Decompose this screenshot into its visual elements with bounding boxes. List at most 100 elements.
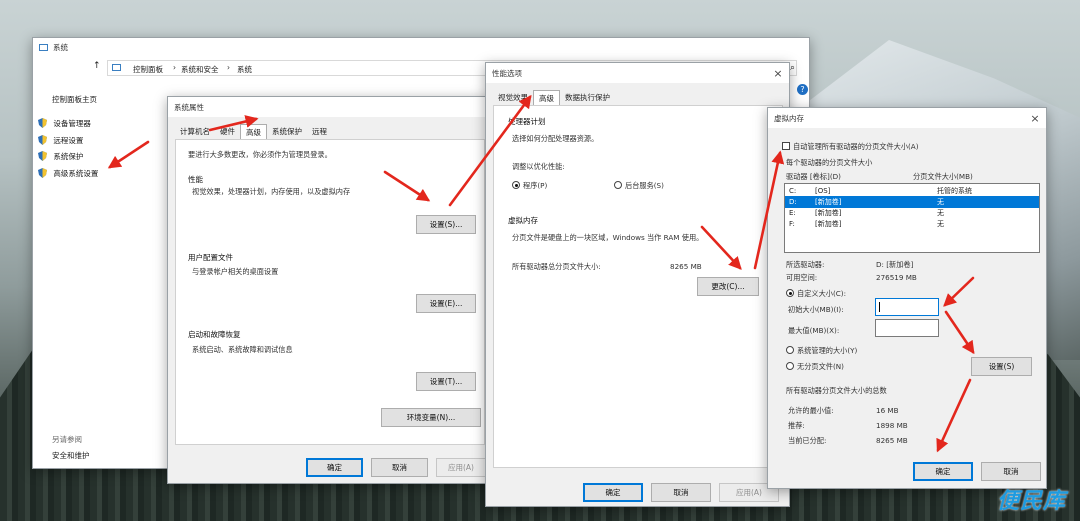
col-size-header: 分页文件大小(MB) <box>913 172 973 181</box>
tab-perf-advanced[interactable]: 高级 <box>533 90 560 106</box>
radio-programs[interactable]: 程序(P) <box>512 181 547 191</box>
sysprops-apply-button[interactable]: 应用(A) <box>436 458 486 477</box>
radio-background-services[interactable]: 后台服务(S) <box>614 181 664 191</box>
startup-settings-button[interactable]: 设置(T)... <box>416 372 476 391</box>
drive-size: 托管的系统 <box>937 187 972 195</box>
free-space-value: 276519 MB <box>876 273 917 282</box>
system-window-title: 系统 <box>53 42 68 52</box>
adjust-label: 调整以优化性能: <box>512 162 565 171</box>
currently-allocated-label: 当前已分配: <box>788 436 827 445</box>
close-icon[interactable]: × <box>1024 112 1046 125</box>
drive-letter: D: <box>789 198 797 206</box>
virtual-memory-desc: 分页文件是硬盘上的一块区域，Windows 当作 RAM 使用。 <box>512 233 704 242</box>
sidebar-home-link[interactable]: 控制面板主页 <box>52 94 97 105</box>
sysprops-tab-panel: 要进行大多数更改，你必须作为管理员登录。 性能 视觉效果，处理器计划，内存使用，… <box>175 139 485 445</box>
performance-group-title: 性能 <box>188 175 203 184</box>
sysprops-ok-button[interactable]: 确定 <box>306 458 363 477</box>
see-also-title: 另请参阅 <box>52 435 82 444</box>
breadcrumb-item-system[interactable]: 系统 <box>237 64 252 75</box>
sidebar-item-label: 远程设置 <box>53 136 84 145</box>
free-space-label: 可用空间: <box>786 273 818 282</box>
radio-no-paging[interactable]: 无分页文件(N) <box>786 362 844 372</box>
drive-size: 无 <box>937 198 944 206</box>
sidebar-item-remote[interactable]: 远程设置 <box>38 135 83 146</box>
perf-tabs: 视觉效果 高级 数据执行保护 <box>493 90 615 106</box>
drive-size: 无 <box>937 220 944 228</box>
col-drive-header: 驱动器 [卷标](D) <box>786 172 841 181</box>
radio-custom-size[interactable]: 自定义大小(C): <box>786 289 846 299</box>
radio-off-icon <box>786 346 794 354</box>
help-icon[interactable]: ? <box>797 84 808 95</box>
drive-size: 无 <box>937 209 944 217</box>
initial-size-input[interactable] <box>875 298 939 316</box>
startup-group-title: 启动和故障恢复 <box>188 330 241 339</box>
text-caret <box>879 302 880 312</box>
sidebar-item-protection[interactable]: 系统保护 <box>38 151 83 162</box>
perf-titlebar: 性能选项 × <box>486 63 789 83</box>
profiles-desc: 与登录帐户相关的桌面设置 <box>192 267 279 276</box>
up-arrow-icon[interactable]: ↑ <box>93 61 101 71</box>
monitor-icon <box>112 64 121 71</box>
drive-label: [新加卷] <box>815 220 842 228</box>
sidebar-item-advanced[interactable]: 高级系统设置 <box>38 168 98 179</box>
perf-title: 性能选项 <box>492 68 522 78</box>
drive-row-f[interactable]: F: [新加卷] 无 <box>785 218 1039 230</box>
system-properties-dialog: 系统属性 计算机名 硬件 高级 系统保护 远程 要进行大多数更改，你必须作为管理… <box>167 96 491 484</box>
see-also-security-link[interactable]: 安全和维护 <box>52 450 90 461</box>
auto-manage-label: 自动管理所有驱动器的分页文件大小(A) <box>793 142 919 151</box>
totals-title: 所有驱动器分页文件大小的总数 <box>786 386 887 395</box>
vm-ok-button[interactable]: 确定 <box>913 462 973 481</box>
close-icon[interactable]: × <box>767 67 789 80</box>
vm-cancel-button[interactable]: 取消 <box>981 462 1041 481</box>
sidebar-item-label: 系统保护 <box>53 152 84 161</box>
radio-on-icon <box>786 289 794 297</box>
radio-programs-label: 程序(P) <box>523 181 548 190</box>
drive-letter: C: <box>789 187 797 195</box>
scheduling-desc: 选择如何分配处理器资源。 <box>512 134 599 143</box>
perf-tab-panel: 处理器计划 选择如何分配处理器资源。 调整以优化性能: 程序(P) 后台服务(S… <box>493 105 783 468</box>
sidebar-item-label: 高级系统设置 <box>53 169 99 178</box>
vm-title: 虚拟内存 <box>774 113 804 123</box>
performance-settings-button[interactable]: 设置(S)... <box>416 215 476 234</box>
drive-letter: E: <box>789 209 796 217</box>
tab-remote[interactable]: 远程 <box>307 124 332 140</box>
tab-advanced[interactable]: 高级 <box>240 124 267 140</box>
tab-dep[interactable]: 数据执行保护 <box>560 90 615 106</box>
perf-cancel-button[interactable]: 取消 <box>651 483 711 502</box>
set-button[interactable]: 设置(S) <box>971 357 1032 376</box>
radio-on-icon <box>512 181 520 189</box>
tab-hardware[interactable]: 硬件 <box>215 124 240 140</box>
breadcrumb-item-control-panel[interactable]: 控制面板 <box>133 64 163 75</box>
perf-ok-button[interactable]: 确定 <box>583 483 643 502</box>
drive-listbox[interactable]: C: [OS] 托管的系统 D: [新加卷] 无 E: [新加卷] 无 F: [… <box>784 183 1040 253</box>
profiles-settings-button[interactable]: 设置(E)... <box>416 294 476 313</box>
radio-system-managed[interactable]: 系统管理的大小(Y) <box>786 346 857 356</box>
selected-drive-label: 所选驱动器: <box>786 260 825 269</box>
breadcrumb-sep-icon: › <box>227 63 230 72</box>
shield-icon <box>38 118 47 128</box>
total-paging-label: 所有驱动器总分页文件大小: <box>512 262 601 271</box>
total-paging-value: 8265 MB <box>670 262 702 271</box>
max-size-input[interactable] <box>875 319 939 337</box>
breadcrumb-item-security[interactable]: 系统和安全 <box>181 64 219 75</box>
custom-size-label: 自定义大小(C): <box>797 289 846 298</box>
radio-services-label: 后台服务(S) <box>625 181 664 190</box>
change-virtual-memory-button[interactable]: 更改(C)... <box>697 277 759 296</box>
tab-visual-effects[interactable]: 视觉效果 <box>493 90 533 106</box>
sidebar-item-label: 设备管理器 <box>53 119 91 128</box>
sysprops-title: 系统属性 <box>174 102 204 112</box>
shield-icon <box>38 135 47 145</box>
breadcrumb-sep-icon: › <box>173 63 176 72</box>
virtual-memory-dialog: 虚拟内存 × 自动管理所有驱动器的分页文件大小(A) 每个驱动器的分页文件大小 … <box>767 107 1047 489</box>
vm-titlebar: 虚拟内存 × <box>768 108 1046 128</box>
tab-computer-name[interactable]: 计算机名 <box>175 124 215 140</box>
min-allowed-label: 允许的最小值: <box>788 406 834 415</box>
window-icon <box>39 43 48 51</box>
search-icon[interactable]: ⌕ <box>790 63 795 73</box>
drive-label: [新加卷] <box>815 198 842 206</box>
sysprops-cancel-button[interactable]: 取消 <box>371 458 428 477</box>
environment-variables-button[interactable]: 环境变量(N)... <box>381 408 481 427</box>
auto-manage-checkbox[interactable]: 自动管理所有驱动器的分页文件大小(A) <box>782 142 919 152</box>
sidebar-item-device-manager[interactable]: 设备管理器 <box>38 118 91 129</box>
tab-system-protection[interactable]: 系统保护 <box>267 124 307 140</box>
